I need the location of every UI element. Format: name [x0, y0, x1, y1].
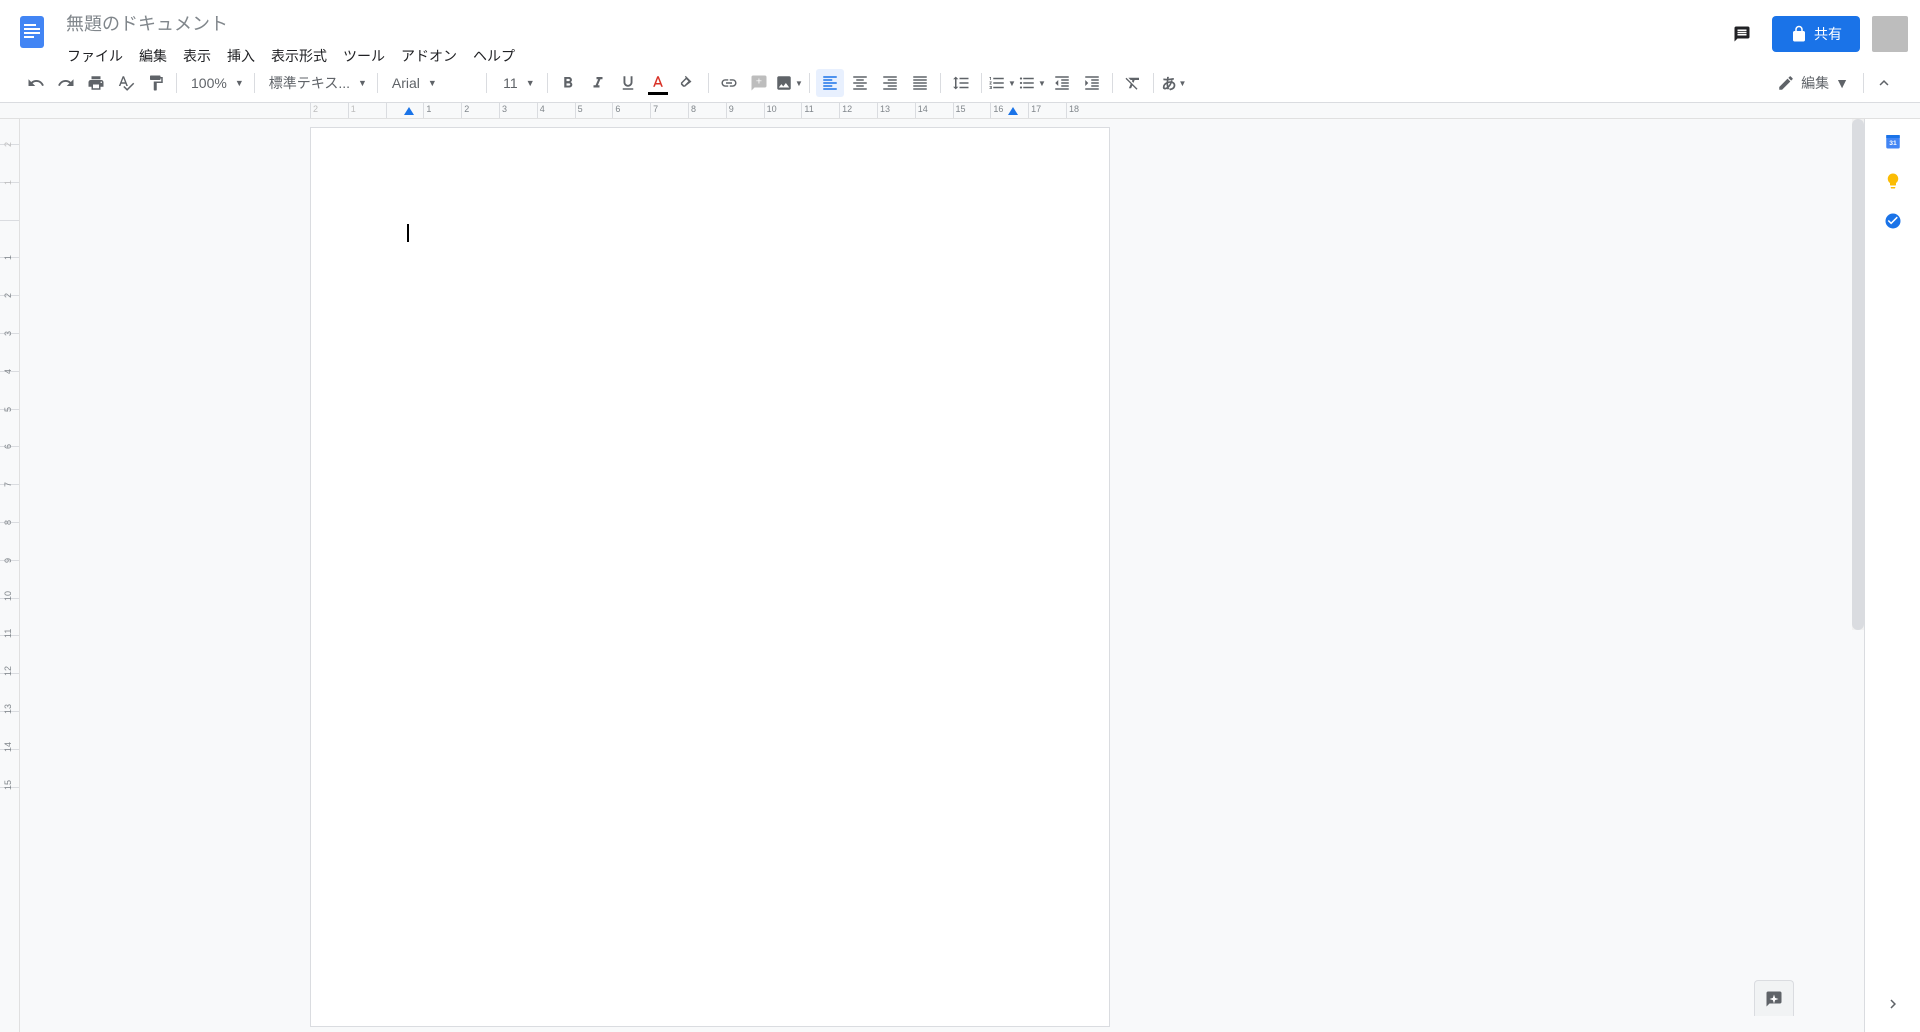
- font-size-value: 11: [503, 75, 518, 91]
- caret-icon: ▼: [235, 78, 244, 88]
- share-label: 共有: [1814, 24, 1842, 44]
- keep-icon[interactable]: [1883, 171, 1903, 191]
- toolbar-separator: [809, 73, 810, 93]
- style-value: 標準テキス...: [269, 73, 350, 93]
- font-size-dropdown[interactable]: 11 ▼: [493, 69, 541, 97]
- align-right-button[interactable]: [876, 69, 904, 97]
- caret-icon: ▼: [795, 79, 803, 88]
- vertical-scrollbar[interactable]: [1852, 119, 1864, 630]
- svg-text:31: 31: [1889, 140, 1897, 147]
- side-panel: 31: [1864, 119, 1920, 1032]
- font-value: Arial: [392, 75, 420, 91]
- toolbar-separator: [940, 73, 941, 93]
- bold-button[interactable]: [554, 69, 582, 97]
- decrease-indent-button[interactable]: [1048, 69, 1076, 97]
- comments-button[interactable]: [1724, 16, 1760, 52]
- italic-button[interactable]: [584, 69, 612, 97]
- expand-side-panel-button[interactable]: [1884, 995, 1902, 1016]
- insert-comment-button[interactable]: +: [745, 69, 773, 97]
- content-wrap: 21123456789101112131415 31: [0, 119, 1920, 1032]
- insert-image-button[interactable]: ▼: [775, 69, 803, 97]
- tasks-icon[interactable]: [1883, 211, 1903, 231]
- menu-insert[interactable]: 挿入: [220, 42, 262, 70]
- calendar-icon[interactable]: 31: [1883, 131, 1903, 151]
- menu-help[interactable]: ヘルプ: [466, 42, 522, 70]
- menu-edit[interactable]: 編集: [132, 42, 174, 70]
- editing-mode-dropdown[interactable]: 編集 ▼: [1769, 69, 1857, 97]
- left-indent-marker[interactable]: [404, 107, 414, 115]
- menu-file[interactable]: ファイル: [60, 42, 130, 70]
- caret-icon: ▼: [526, 78, 535, 88]
- spellcheck-button[interactable]: [112, 69, 140, 97]
- menubar: ファイル 編集 表示 挿入 表示形式 ツール アドオン ヘルプ: [60, 42, 1724, 70]
- menu-view[interactable]: 表示: [176, 42, 218, 70]
- docs-logo[interactable]: [12, 12, 52, 52]
- insert-link-button[interactable]: [715, 69, 743, 97]
- svg-text:+: +: [756, 76, 762, 88]
- increase-indent-button[interactable]: [1078, 69, 1106, 97]
- toolbar-separator: [176, 73, 177, 93]
- redo-button[interactable]: [52, 69, 80, 97]
- horizontal-ruler[interactable]: 21123456789101112131415161718: [0, 103, 1920, 119]
- collapse-toolbar-button[interactable]: [1870, 69, 1898, 97]
- clear-formatting-button[interactable]: [1119, 69, 1147, 97]
- document-title[interactable]: 無題のドキュメント: [60, 8, 234, 38]
- toolbar-separator: [1153, 73, 1154, 93]
- caret-icon: ▼: [1008, 79, 1016, 88]
- highlight-color-button[interactable]: [674, 69, 702, 97]
- toolbar-separator: [486, 73, 487, 93]
- zoom-dropdown[interactable]: 100% ▼: [183, 69, 248, 97]
- toolbar-separator: [1112, 73, 1113, 93]
- vertical-ruler[interactable]: 21123456789101112131415: [0, 119, 20, 1032]
- caret-icon: ▼: [1835, 75, 1849, 91]
- menu-tools[interactable]: ツール: [336, 42, 392, 70]
- caret-icon: ▼: [1038, 79, 1046, 88]
- explore-button[interactable]: [1754, 980, 1794, 1016]
- edit-mode-label: 編集: [1801, 73, 1829, 93]
- menu-addons[interactable]: アドオン: [394, 42, 464, 70]
- align-center-button[interactable]: [846, 69, 874, 97]
- caret-icon: ▼: [1178, 79, 1186, 88]
- document-area[interactable]: [20, 119, 1864, 1032]
- align-justify-button[interactable]: [906, 69, 934, 97]
- header-right: 共有: [1724, 16, 1908, 52]
- menu-format[interactable]: 表示形式: [264, 42, 334, 70]
- toolbar-separator: [981, 73, 982, 93]
- caret-icon: ▼: [358, 78, 367, 88]
- page[interactable]: [310, 127, 1110, 1027]
- toolbar-separator: [377, 73, 378, 93]
- line-spacing-button[interactable]: [947, 69, 975, 97]
- undo-button[interactable]: [22, 69, 50, 97]
- align-left-button[interactable]: [816, 69, 844, 97]
- header: 無題のドキュメント ファイル 編集 表示 挿入 表示形式 ツール アドオン ヘル…: [0, 0, 1920, 64]
- text-color-button[interactable]: [644, 69, 672, 97]
- toolbar-separator: [708, 73, 709, 93]
- text-cursor: [407, 224, 409, 242]
- bulleted-list-button[interactable]: ▼: [1018, 69, 1046, 97]
- underline-button[interactable]: [614, 69, 642, 97]
- caret-icon: ▼: [428, 78, 437, 88]
- print-button[interactable]: [82, 69, 110, 97]
- zoom-value: 100%: [191, 75, 227, 91]
- input-tools-button[interactable]: あ▼: [1160, 69, 1188, 97]
- numbered-list-button[interactable]: ▼: [988, 69, 1016, 97]
- right-indent-marker[interactable]: [1008, 107, 1018, 115]
- scrollbar-thumb[interactable]: [1852, 119, 1864, 630]
- font-dropdown[interactable]: Arial ▼: [384, 69, 480, 97]
- account-avatar[interactable]: [1872, 16, 1908, 52]
- paragraph-style-dropdown[interactable]: 標準テキス... ▼: [261, 69, 371, 97]
- toolbar-separator: [254, 73, 255, 93]
- toolbar-separator: [547, 73, 548, 93]
- paint-format-button[interactable]: [142, 69, 170, 97]
- share-button[interactable]: 共有: [1772, 16, 1860, 52]
- title-menu-area: 無題のドキュメント ファイル 編集 表示 挿入 表示形式 ツール アドオン ヘル…: [60, 8, 1724, 70]
- toolbar-separator: [1863, 73, 1864, 93]
